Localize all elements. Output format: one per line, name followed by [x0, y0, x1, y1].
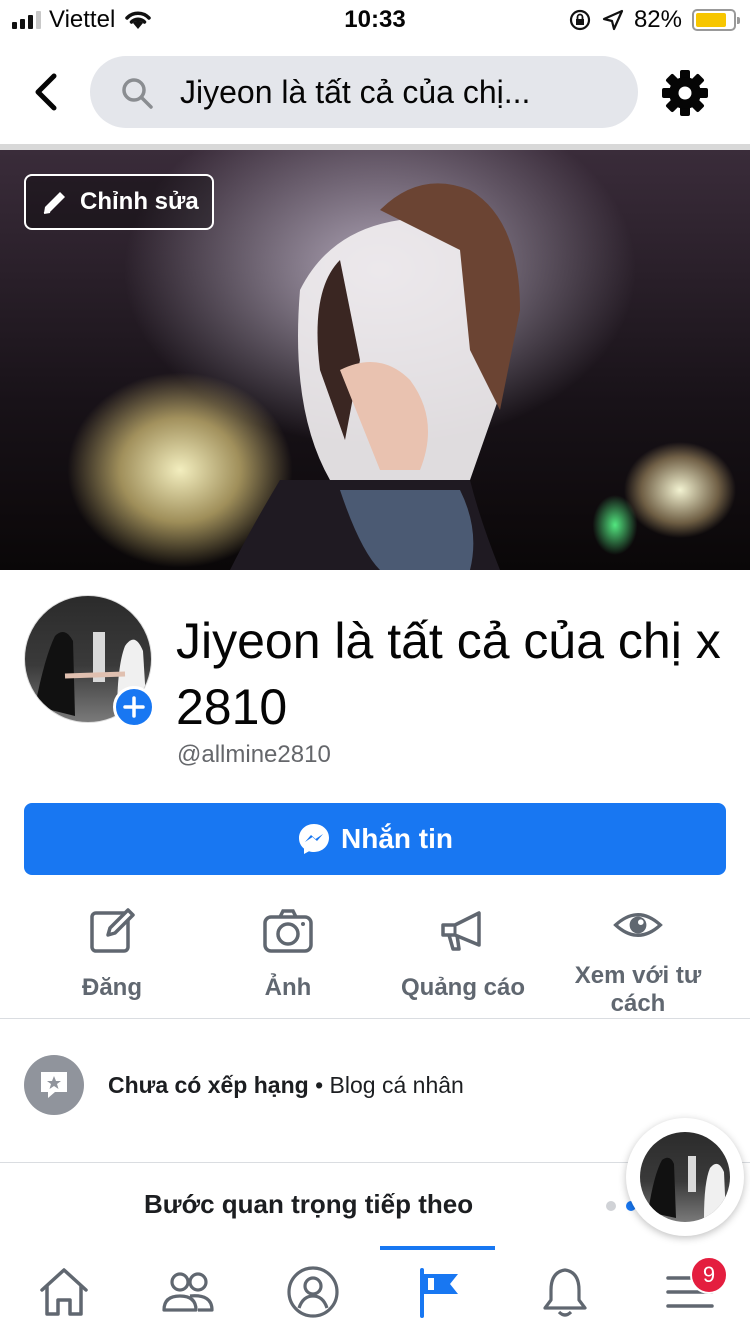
rotation-lock-icon	[569, 9, 591, 31]
action-photo[interactable]: Ảnh	[198, 895, 378, 1002]
back-arrow-icon	[35, 73, 57, 111]
edit-cover-label: Chỉnh sửa	[80, 188, 199, 215]
active-tab-indicator	[380, 1246, 495, 1250]
page-title: Jiyeon là tất cả của chị x 2810	[176, 613, 721, 735]
home-icon	[40, 1268, 88, 1316]
chat-head-bubble[interactable]	[626, 1118, 744, 1236]
eye-icon	[613, 913, 663, 937]
action-ads-label: Quảng cáo	[400, 974, 526, 1001]
battery-icon	[692, 9, 740, 31]
edit-icon	[90, 908, 135, 953]
status-right: 82%	[568, 6, 740, 34]
gear-icon	[662, 70, 708, 116]
page-info-text: Chưa có xếp hạng • Blog cá nhân	[108, 1072, 464, 1099]
chat-head-image	[648, 1156, 726, 1218]
bottom-tab-bar: 9	[0, 1246, 750, 1334]
search-input[interactable]: Jiyeon là tất cả của chị...	[90, 56, 638, 128]
back-button[interactable]	[28, 70, 68, 114]
action-photo-label: Ảnh	[264, 974, 312, 1001]
action-ads[interactable]: Quảng cáo	[373, 895, 553, 1002]
chat-head-avatar	[640, 1132, 730, 1222]
tab-groups[interactable]	[160, 1264, 216, 1320]
pencil-icon	[43, 192, 65, 214]
battery-fill	[696, 13, 726, 27]
groups-icon	[162, 1272, 214, 1312]
battery-percent: 82%	[633, 6, 682, 33]
message-button[interactable]: Nhắn tin	[24, 803, 726, 875]
rating-text: Chưa có xếp hạng	[108, 1071, 309, 1098]
settings-button[interactable]	[660, 68, 710, 118]
pages-flag-icon	[420, 1268, 458, 1318]
cover-photo[interactable]: Chỉnh sửa	[0, 150, 750, 570]
info-separator: •	[315, 1071, 324, 1098]
actions-divider	[0, 1018, 750, 1019]
tab-home[interactable]	[36, 1264, 92, 1320]
status-bar: Viettel 10:33 82%	[0, 0, 750, 40]
notifications-bell-icon	[543, 1268, 587, 1317]
tab-notifications[interactable]	[537, 1264, 593, 1320]
tab-pages[interactable]	[410, 1264, 466, 1320]
message-button-label: Nhắn tin	[341, 823, 453, 854]
add-profile-picture-button[interactable]	[113, 686, 155, 728]
profile-icon	[287, 1266, 339, 1318]
plus-icon	[123, 696, 145, 718]
search-icon	[122, 78, 153, 109]
page-info-row[interactable]: Chưa có xếp hạng • Blog cá nhân	[24, 1055, 724, 1115]
page-username: @allmine2810	[177, 741, 331, 768]
page-actions: Đăng Ảnh Quảng cáo Xem với tư cách	[0, 895, 750, 1018]
messenger-icon	[299, 824, 329, 854]
location-arrow-icon	[602, 9, 624, 31]
header: Jiyeon là tất cả của chị...	[0, 52, 750, 132]
category-text: Blog cá nhân	[329, 1071, 464, 1098]
action-view-as-label: Xem với tư cách	[574, 962, 702, 1017]
pager-dot	[606, 1201, 616, 1211]
action-view-as[interactable]: Xem với tư cách	[548, 895, 728, 1018]
camera-icon	[263, 909, 313, 953]
review-icon	[24, 1055, 84, 1115]
menu-notification-badge: 9	[690, 1256, 728, 1294]
search-text: Jiyeon là tất cả của chị...	[180, 74, 531, 110]
star-bubble-icon	[41, 1072, 67, 1098]
action-post[interactable]: Đăng	[22, 895, 202, 1002]
next-step-title: Bước quan trọng tiếp theo	[144, 1189, 474, 1219]
tab-profile[interactable]	[285, 1264, 341, 1320]
edit-cover-button[interactable]: Chỉnh sửa	[24, 174, 214, 230]
action-post-label: Đăng	[82, 974, 142, 1001]
megaphone-icon	[441, 911, 481, 951]
